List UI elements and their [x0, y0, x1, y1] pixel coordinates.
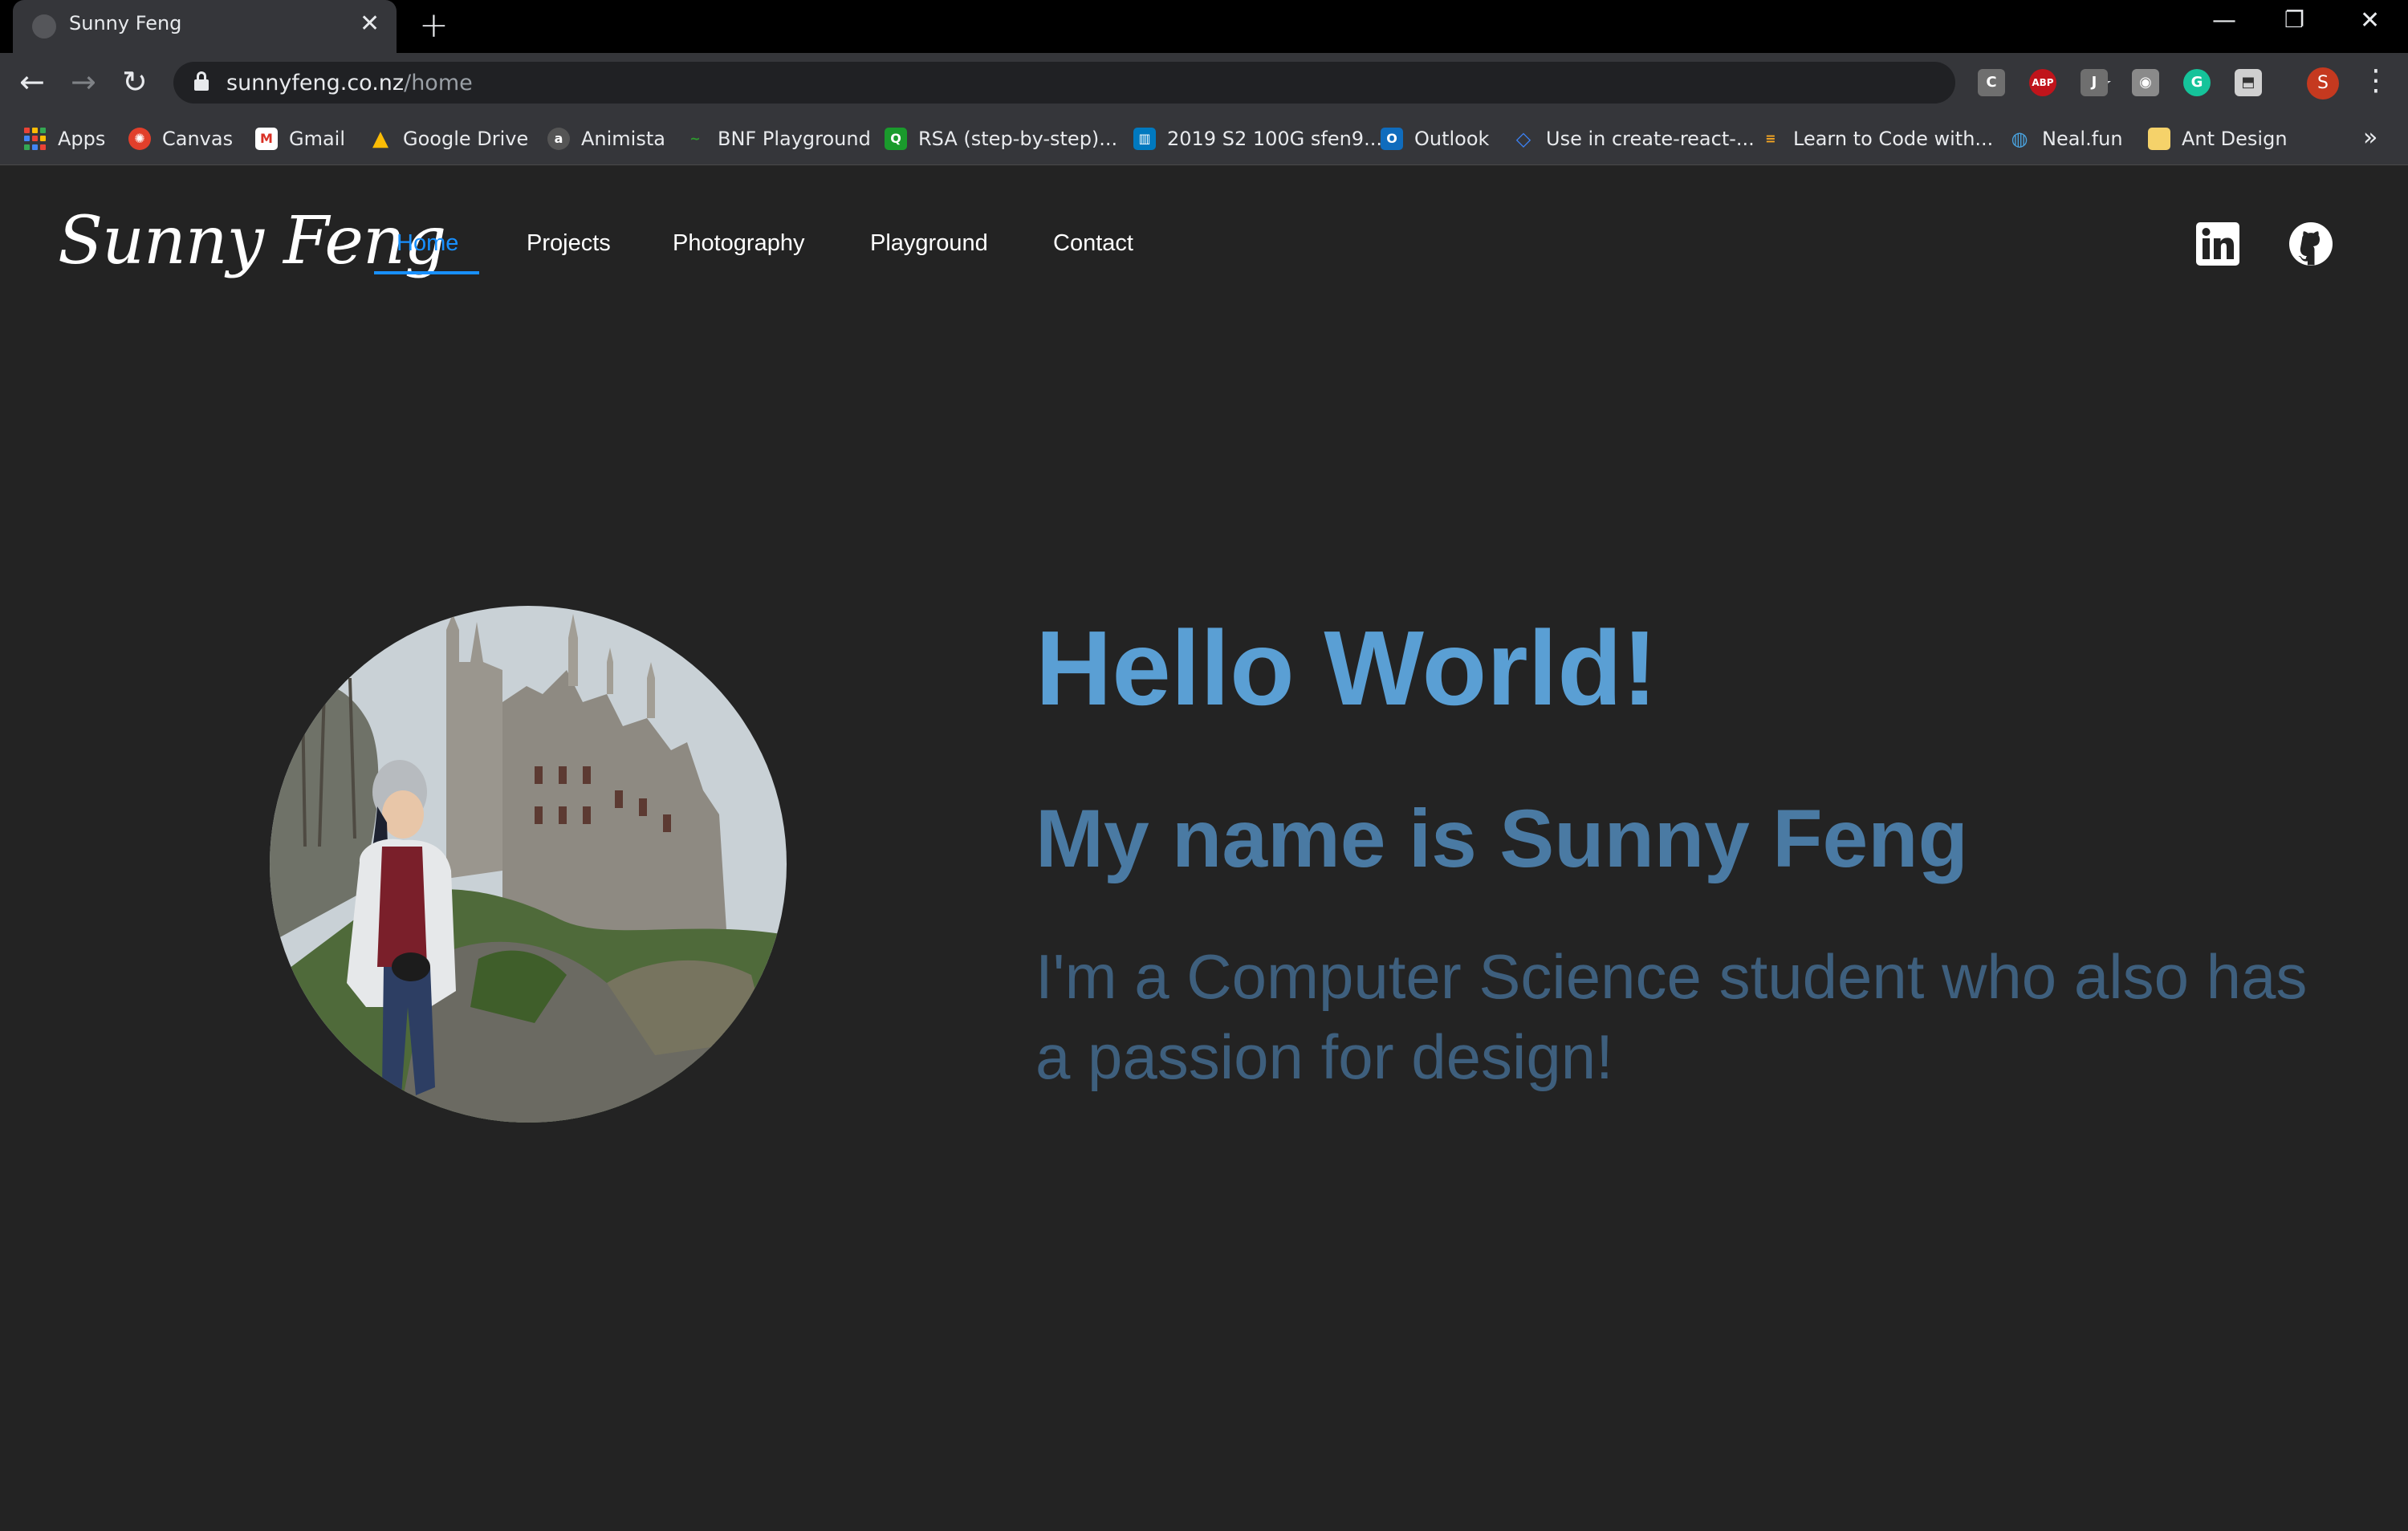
- linkedin-icon[interactable]: [2196, 222, 2239, 266]
- browser-tab[interactable]: Sunny Feng ✕: [13, 0, 397, 53]
- nav-home[interactable]: Home: [397, 230, 458, 257]
- bookmark-label: 2019 S2 100G sfen9...: [1167, 128, 1382, 150]
- close-tab-icon[interactable]: ✕: [360, 10, 380, 38]
- google-drive-icon: ▲: [372, 127, 388, 151]
- bookmark-label: Gmail: [289, 128, 346, 150]
- browser-toolbar: ← → ↻ sunnyfeng.co.nz/home ☆ C ABP J ◉ G…: [0, 53, 2408, 112]
- bookmark-learn-to-code[interactable]: ≡ Learn to Code with...: [1759, 124, 1993, 154]
- address-bar[interactable]: sunnyfeng.co.nz/home ☆: [173, 62, 2113, 104]
- rsa-icon: Q: [885, 128, 907, 150]
- bookmark-gmail[interactable]: M Gmail: [255, 124, 345, 154]
- url-text[interactable]: sunnyfeng.co.nz/home: [226, 71, 473, 95]
- bookmark-animista[interactable]: a Animista: [547, 124, 665, 154]
- bookmark-canvas[interactable]: ✺ Canvas: [128, 124, 233, 154]
- nav-contact[interactable]: Contact: [1053, 230, 1133, 257]
- canvas-icon: ✺: [128, 128, 151, 150]
- tab-favicon-icon: [32, 14, 56, 39]
- nav-photography[interactable]: Photography: [673, 230, 804, 257]
- adblock-icon[interactable]: ABP: [2029, 69, 2056, 96]
- nav-projects[interactable]: Projects: [527, 230, 611, 257]
- gmail-icon: M: [255, 128, 278, 150]
- bookmark-label: BNF Playground: [718, 128, 871, 150]
- profile-avatar[interactable]: S: [2307, 67, 2339, 99]
- bnf-icon: ~: [689, 131, 701, 146]
- site-logo[interactable]: Sunny Feng: [58, 203, 446, 279]
- browser-menu-icon[interactable]: ⋮: [2361, 64, 2390, 97]
- bookmark-google-drive[interactable]: ▲ Google Drive: [369, 124, 528, 154]
- bookmark-label: Canvas: [162, 128, 234, 150]
- back-icon[interactable]: ←: [19, 64, 45, 99]
- bookmark-ant-design[interactable]: Ant Design: [2148, 124, 2288, 154]
- camera-extension-icon[interactable]: ◉: [2132, 69, 2159, 96]
- bookmark-label: Google Drive: [403, 128, 529, 150]
- bookmark-label: Neal.fun: [2042, 128, 2123, 150]
- bookmark-apps[interactable]: Apps: [24, 124, 105, 154]
- nav-playground[interactable]: Playground: [870, 230, 988, 257]
- close-window-icon[interactable]: ✕: [2360, 6, 2380, 35]
- github-icon[interactable]: [2289, 222, 2333, 266]
- new-tab-button[interactable]: +: [419, 5, 449, 46]
- profile-photo-image: [270, 606, 787, 1123]
- bookmark-label: RSA (step-by-step)...: [918, 128, 1118, 150]
- bookmark-label: Ant Design: [2182, 128, 2288, 150]
- reload-icon[interactable]: ↻: [122, 64, 148, 99]
- bookmark-label: Learn to Code with...: [1793, 128, 1994, 150]
- tab-title: Sunny Feng: [69, 12, 182, 35]
- bookmarks-bar: Apps ✺ Canvas M Gmail ▲ Google Drive a A…: [0, 112, 2408, 165]
- bookmark-label: Use in create-react-...: [1546, 128, 1755, 150]
- forward-icon[interactable]: →: [71, 64, 96, 99]
- more-bookmarks-icon[interactable]: »: [2363, 124, 2377, 152]
- bookmark-bnf-playground[interactable]: ~ BNF Playground: [684, 124, 871, 154]
- bookmark-outlook[interactable]: O Outlook: [1381, 124, 1489, 154]
- trello-icon: ▥: [1133, 128, 1156, 150]
- globe-icon: ◍: [2011, 128, 2028, 150]
- browser-titlebar: Sunny Feng ✕ + — ❐ ✕: [0, 0, 2408, 53]
- folder-icon: [2148, 128, 2170, 150]
- animista-icon: a: [547, 128, 570, 150]
- bookmark-label: Animista: [581, 128, 665, 150]
- website-page: Sunny Feng Home Projects Photography Pla…: [0, 166, 2408, 1531]
- hero-subheading: My name is Sunny Feng: [1035, 793, 1968, 884]
- diamond-icon: ◇: [1515, 128, 1531, 150]
- hero-tagline: I'm a Computer Science student who also …: [1035, 941, 2308, 1092]
- minimize-window-icon[interactable]: —: [2212, 6, 2236, 35]
- outlook-icon: O: [1381, 128, 1403, 150]
- profile-photo: [270, 606, 787, 1123]
- nav-active-indicator: [374, 271, 479, 274]
- hero-heading: Hello World!: [1035, 609, 1658, 727]
- bookmark-neal-fun[interactable]: ◍ Neal.fun: [2008, 124, 2123, 154]
- bookmark-trello[interactable]: ▥ 2019 S2 100G sfen9...: [1133, 124, 1382, 154]
- extension-c-icon[interactable]: C: [1978, 69, 2005, 96]
- bookmark-create-react[interactable]: ◇ Use in create-react-...: [1512, 124, 1755, 154]
- bookmark-rsa[interactable]: Q RSA (step-by-step)...: [885, 124, 1117, 154]
- apps-grid-icon: [24, 128, 47, 150]
- bookmark-label: Apps: [58, 128, 106, 150]
- restore-window-icon[interactable]: ❐: [2284, 6, 2304, 33]
- grammarly-icon[interactable]: G: [2183, 69, 2211, 96]
- extension-j-icon[interactable]: J: [2081, 69, 2108, 96]
- learn-code-icon: ≡: [1765, 131, 1776, 146]
- lock-icon: [194, 71, 209, 91]
- extension-page-icon[interactable]: ⬒: [2235, 69, 2262, 96]
- bookmark-label: Outlook: [1414, 128, 1490, 150]
